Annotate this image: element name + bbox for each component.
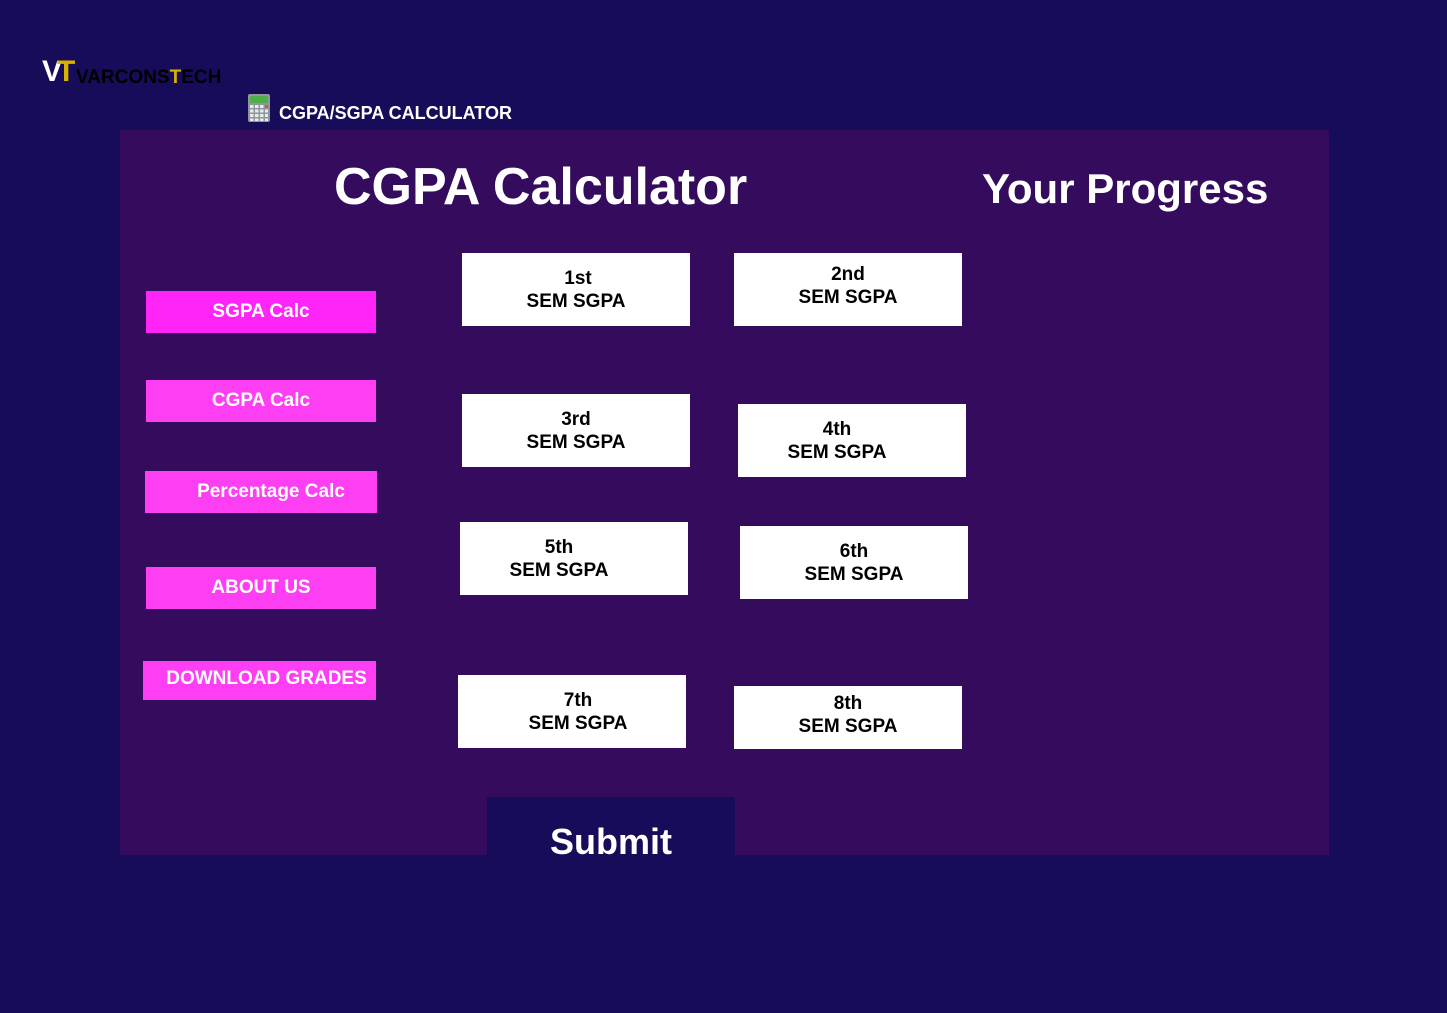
sem-6-sgpa-field[interactable]: 6th SEM SGPA <box>740 526 968 599</box>
main-panel: CGPA Calculator Your Progress SGPA Calc … <box>120 130 1329 862</box>
app-header: CGPA/SGPA CALCULATOR <box>248 93 512 123</box>
sem-8-sgpa-field[interactable]: 8th SEM SGPA <box>734 686 962 749</box>
sem-5-sgpa-field[interactable]: 5th SEM SGPA <box>460 522 688 595</box>
download-grades-button[interactable]: DOWNLOAD GRADES <box>143 661 376 700</box>
sem-1-sgpa-field[interactable]: 1st SEM SGPA <box>462 253 690 326</box>
progress-title: Your Progress <box>982 165 1269 212</box>
cgpa-calc-button[interactable]: CGPA Calc <box>146 380 376 422</box>
brand-logo[interactable]: VT VARCONSTECH <box>42 56 242 92</box>
submit-button[interactable]: Submit <box>487 797 735 862</box>
sem-7-sgpa-field[interactable]: 7th SEM SGPA <box>458 675 686 748</box>
sem-2-sgpa-field[interactable]: 2nd SEM SGPA <box>734 253 962 326</box>
percentage-calc-button[interactable]: Percentage Calc <box>145 471 377 513</box>
sem-3-sgpa-field[interactable]: 3rd SEM SGPA <box>462 394 690 467</box>
brand-mark: VT <box>42 55 75 88</box>
sem-4-sgpa-field[interactable]: 4th SEM SGPA <box>738 404 966 477</box>
calculator-icon <box>248 94 270 122</box>
app-title: CGPA/SGPA CALCULATOR <box>279 102 512 123</box>
page-title: CGPA Calculator <box>334 158 748 216</box>
brand-name: VARCONSTECH <box>76 67 222 88</box>
sgpa-calc-button[interactable]: SGPA Calc <box>146 291 376 333</box>
about-us-button[interactable]: ABOUT US <box>146 567 376 609</box>
